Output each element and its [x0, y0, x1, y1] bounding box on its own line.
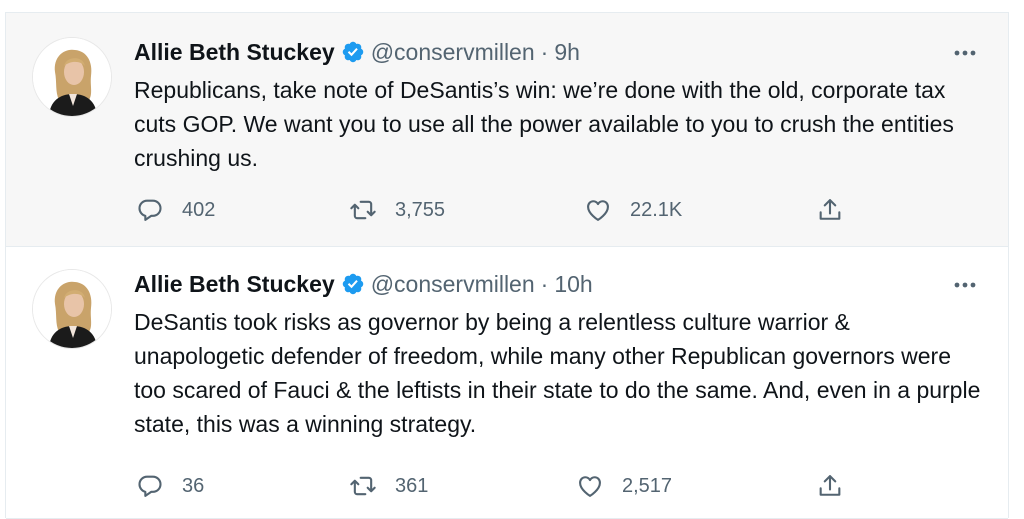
- tweet-text: DeSantis took risks as governor by being…: [134, 309, 981, 437]
- share-button[interactable]: [816, 471, 844, 501]
- like-button[interactable]: 22.1K: [584, 195, 682, 225]
- like-count: 2,517: [622, 474, 673, 497]
- like-button[interactable]: 2,517: [576, 471, 672, 501]
- tweet-header: Allie Beth Stuckey @conservmillen · 9h: [134, 35, 580, 69]
- heart-icon: [579, 476, 601, 497]
- tweet-feed: Allie Beth Stuckey @conservmillen · 9h R…: [5, 12, 1009, 519]
- tweet[interactable]: Allie Beth Stuckey @conservmillen · 9h R…: [6, 13, 1008, 247]
- separator-dot: ·: [540, 270, 549, 297]
- reply-button[interactable]: 402: [136, 195, 215, 225]
- tweet-actions: 36 361 2,517: [134, 471, 854, 501]
- author-name[interactable]: Allie Beth Stuckey: [134, 271, 335, 298]
- avatar[interactable]: [32, 37, 112, 117]
- reply-icon: [138, 199, 162, 221]
- avatar-image: [33, 270, 111, 348]
- retweet-button[interactable]: 3,755: [349, 195, 445, 225]
- more-options-icon[interactable]: [950, 275, 980, 295]
- author-handle[interactable]: @conservmillen: [371, 271, 535, 298]
- timestamp[interactable]: 9h: [554, 39, 580, 66]
- author-handle[interactable]: @conservmillen: [371, 39, 535, 66]
- tweet[interactable]: Allie Beth Stuckey @conservmillen · 10h …: [6, 247, 1008, 519]
- retweet-icon: [350, 200, 376, 220]
- retweet-icon: [350, 476, 376, 496]
- avatar-image: [33, 38, 111, 116]
- separator-dot: ·: [540, 38, 549, 65]
- more-options-icon[interactable]: [950, 43, 980, 63]
- retweet-count: 3,755: [395, 198, 446, 221]
- reply-count: 36: [182, 474, 205, 497]
- verified-badge-icon: [341, 272, 365, 296]
- reply-count: 402: [182, 198, 216, 221]
- share-icon: [819, 199, 841, 220]
- author-name[interactable]: Allie Beth Stuckey: [134, 39, 335, 66]
- tweet-text: Republicans, take note of DeSantis’s win…: [134, 77, 954, 171]
- timestamp[interactable]: 10h: [554, 271, 592, 298]
- share-icon: [819, 475, 841, 496]
- reply-icon: [138, 475, 162, 497]
- avatar[interactable]: [32, 269, 112, 349]
- verified-badge-icon: [341, 40, 365, 64]
- like-count: 22.1K: [630, 198, 683, 221]
- heart-icon: [587, 200, 609, 221]
- retweet-button[interactable]: 361: [349, 471, 428, 501]
- tweet-actions: 402 3,755 22.1K: [134, 195, 854, 225]
- tweet-header: Allie Beth Stuckey @conservmillen · 10h: [134, 267, 593, 301]
- retweet-count: 361: [395, 474, 429, 497]
- reply-button[interactable]: 36: [136, 471, 204, 501]
- share-button[interactable]: [816, 195, 844, 225]
